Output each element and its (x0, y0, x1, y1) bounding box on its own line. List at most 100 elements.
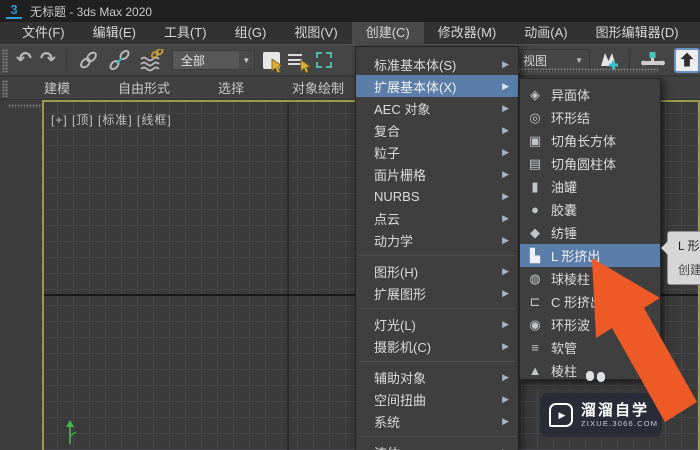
submenu-item[interactable]: ◍ 球棱柱 (520, 267, 660, 290)
ribbon-drag-handle[interactable] (2, 80, 8, 97)
menubar-item[interactable]: 组(G) (221, 22, 281, 44)
submenu-arrow-icon: ▶ (502, 234, 509, 245)
menubar-item[interactable]: 视图(V) (280, 22, 351, 44)
create-menu-item[interactable]: 标准基本体(S) ▶ (356, 53, 518, 75)
submenu-item[interactable]: ◉ 环形波 (520, 313, 660, 336)
create-menu-item[interactable]: NURBS ▶ (356, 185, 518, 207)
watermark-decoration-dot (586, 371, 594, 381)
menu-item-label: 复合 (374, 123, 401, 139)
submenu-item[interactable]: ◈ 异面体 (520, 83, 660, 106)
tooltip-description: 创建 (678, 263, 700, 277)
create-menu-item[interactable]: 灯光(L) ▶ (356, 313, 518, 335)
hedra-icon: ◈ (530, 86, 540, 102)
create-menu-item[interactable]: 空间扭曲 ▶ (356, 388, 518, 410)
menubar-item[interactable]: 动画(A) (510, 22, 581, 44)
dropdown-arrow-icon: ▼ (575, 55, 583, 65)
create-menu-item[interactable]: AEC 对象 ▶ (356, 97, 518, 119)
menu-separator (358, 308, 516, 309)
create-menu-item[interactable]: 系统 ▶ (356, 410, 518, 432)
create-menu-item[interactable]: 辅助对象 ▶ (356, 366, 518, 388)
ribbon-tab[interactable]: 建模 (20, 77, 94, 99)
menubar-item[interactable]: 创建(C) (351, 22, 424, 44)
submenu-item-label: 环形波 (551, 318, 591, 333)
3ds-max-logo-icon: 3 (6, 3, 22, 19)
ribbon-tab[interactable]: 选择 (194, 77, 268, 99)
submenu-item-label: 球棱柱 (551, 272, 591, 287)
select-object-icon[interactable] (262, 51, 283, 73)
submenu-arrow-icon: ▶ (502, 190, 509, 201)
menu-item-label: 灯光(L) (374, 317, 416, 333)
bind-to-space-warp-icon[interactable] (139, 48, 164, 72)
menu-item-label: 图形(H) (374, 264, 419, 280)
create-menu-item[interactable]: 复合 ▶ (356, 119, 518, 141)
menu-item-label: NURBS (374, 188, 420, 204)
submenu-item-label: L 形挤出 (551, 249, 601, 264)
watermark-decoration-dot (597, 372, 605, 382)
create-menu-item[interactable]: 点云 ▶ (356, 207, 518, 229)
menubar-item[interactable]: 修改器(M) (424, 22, 511, 44)
create-menu-item[interactable]: 面片栅格 ▶ (356, 163, 518, 185)
submenu-item[interactable]: ◎ 环形结 (520, 106, 660, 129)
toolbar-drag-handle[interactable] (2, 49, 8, 73)
menu-item-label: 粒子 (374, 145, 401, 161)
create-menu-item[interactable]: 扩展图形 ▶ (356, 282, 518, 304)
submenu-arrow-icon: ▶ (502, 447, 509, 450)
submenu-item-label: 软管 (551, 341, 578, 356)
menu-item-label: 点云 (374, 211, 401, 227)
redo-icon[interactable]: ↷ (40, 49, 56, 71)
toolbar-overflow-dots (518, 68, 658, 72)
submenu-item[interactable]: ● 胶囊 (520, 198, 660, 221)
capsule-icon: ● (531, 202, 539, 217)
selection-filter-dropdown[interactable]: 全部 ▼ (171, 50, 255, 70)
ribbon-tab[interactable]: 对象绘制 (268, 77, 368, 99)
up-arrow-icon (680, 52, 694, 67)
oil-tank-icon: ▮ (531, 178, 539, 194)
submenu-item[interactable]: ◆ 纺锤 (520, 221, 660, 244)
submenu-item[interactable]: ▤ 切角圆柱体 (520, 152, 660, 175)
ribbon-tab[interactable]: 自由形式 (94, 77, 194, 99)
unlink-selection-icon[interactable] (108, 49, 131, 72)
menubar-item[interactable]: 文件(F) (8, 22, 79, 44)
3ds-max-window: 3 无标题 - 3ds Max 2020 文件(F) 编辑(E) 工具(T) 组(G)… (0, 0, 700, 450)
submenu-item[interactable]: ≡ 软管 (520, 336, 660, 359)
rectangular-selection-region-icon[interactable] (315, 52, 332, 68)
watermark-badge: ▶ 溜溜自学 ZIXUE.3066.COM (540, 393, 662, 437)
create-menu-item[interactable]: 流体 ▶ (356, 441, 518, 450)
submenu-arrow-icon: ▶ (502, 212, 509, 223)
use-pivot-point-button[interactable] (674, 47, 700, 73)
menubar-item[interactable]: 工具(T) (150, 22, 221, 44)
submenu-item[interactable]: ▙ L 形挤出 (520, 244, 660, 267)
submenu-arrow-icon: ▶ (502, 168, 509, 179)
create-menu-item[interactable]: 粒子 ▶ (356, 141, 518, 163)
menubar-item[interactable]: 图形编辑器(D) (582, 22, 693, 44)
watermark-title: 溜溜自学 (581, 402, 650, 419)
submenu-item-label: C 形挤出 (551, 295, 604, 310)
torus-knot-icon: ◎ (529, 109, 541, 125)
submenu-arrow-icon: ▶ (502, 265, 509, 276)
viewport-label[interactable]: [+] [顶] [标准] [线框] (51, 111, 172, 128)
create-menu-item[interactable]: 图形(H) ▶ (356, 260, 518, 282)
toolbar-separator (65, 49, 67, 71)
menubar-item[interactable]: 编辑(E) (79, 22, 150, 44)
menu-item-label: 流体 (374, 443, 400, 450)
submenu-item-label: 异面体 (551, 88, 591, 103)
create-menu-item[interactable]: 动力学 ▶ (356, 229, 518, 251)
titlebar: 3 无标题 - 3ds Max 2020 (0, 0, 700, 22)
select-and-link-icon[interactable] (77, 49, 100, 72)
submenu-arrow-icon: ▶ (502, 318, 509, 329)
create-menu-item[interactable]: 摄影机(C) ▶ (356, 335, 518, 357)
submenu-item[interactable]: ▣ 切角长方体 (520, 129, 660, 152)
menu-separator (358, 361, 516, 362)
undo-icon[interactable]: ↶ (16, 49, 32, 71)
submenu-item-label: 胶囊 (551, 203, 578, 218)
submenu-item[interactable]: ⊏ C 形挤出 (520, 290, 660, 313)
ringwave-icon: ◉ (529, 316, 541, 332)
extended-primitives-submenu: ◈ 异面体 ◎ 环形结 ▣ 切角长方体 ▤ 切角圆柱体 ▮ 油罐 ● 胶囊 ◆ 纺锤 ▙ L 形挤出 ◍ 球棱柱 ⊏… (519, 78, 661, 380)
submenu-item[interactable]: ▮ 油罐 (520, 175, 660, 198)
create-menu-item[interactable]: 扩展基本体(X) ▶ (356, 75, 518, 97)
menu-item-label: 动力学 (374, 233, 414, 249)
submenu-arrow-icon: ▶ (502, 146, 509, 157)
select-by-name-icon[interactable] (287, 52, 311, 73)
gengon-icon: ◍ (529, 270, 541, 286)
dropdown-arrow-icon: ▼ (238, 51, 254, 69)
